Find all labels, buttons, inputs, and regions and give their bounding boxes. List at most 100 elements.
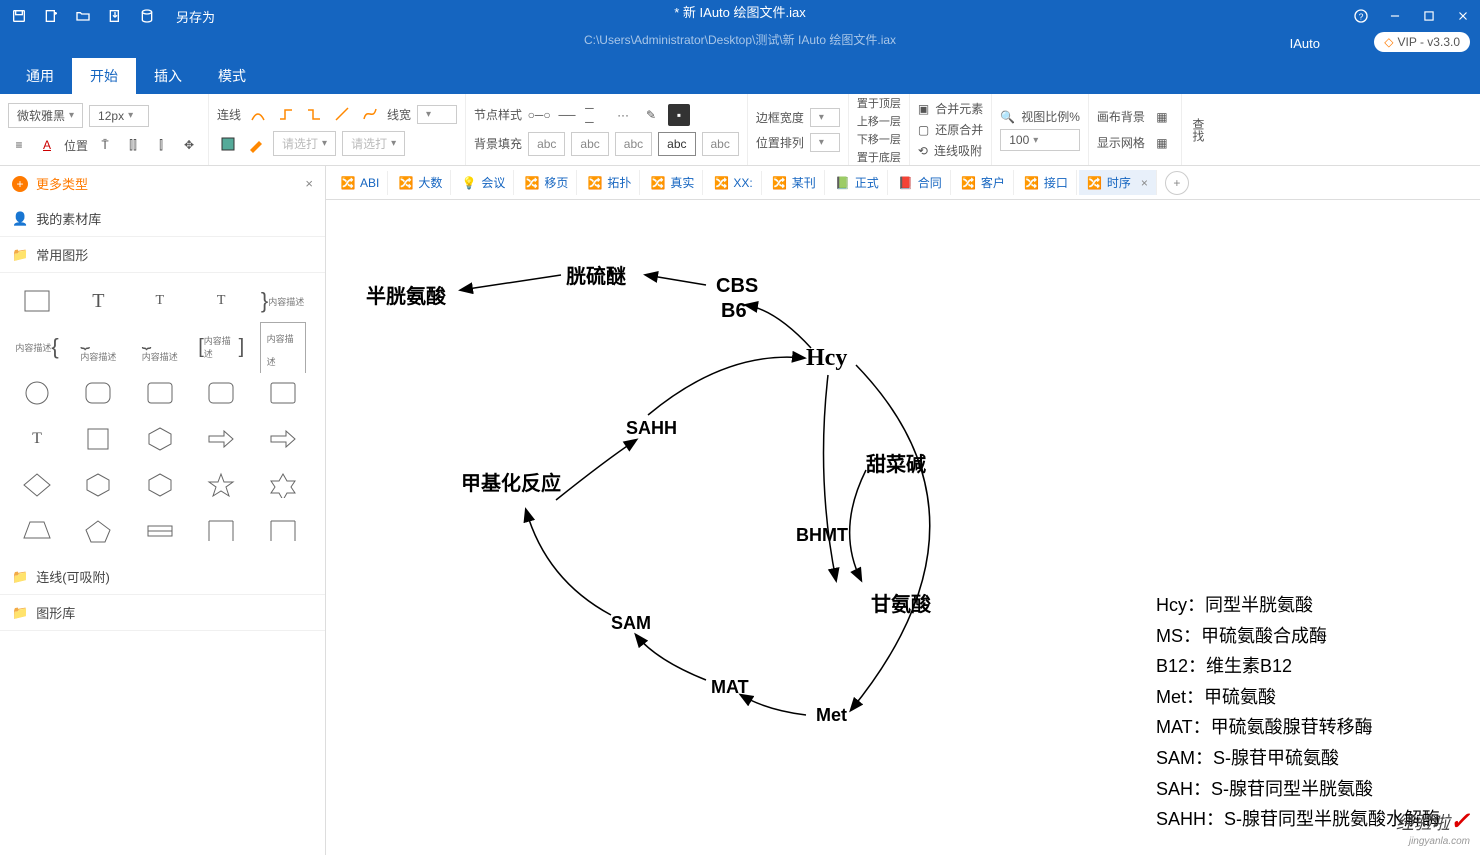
ctab-6[interactable]: 🔀XX: [705,171,761,195]
shape-star[interactable] [198,467,244,503]
node-sam[interactable]: SAM [611,613,651,634]
export-icon[interactable] [106,7,124,25]
fillbox-icon[interactable]: ▪ [668,104,690,126]
node-sahh[interactable]: SAHH [626,418,677,439]
abc-3[interactable]: abc [615,132,652,156]
ctab-10[interactable]: 🔀客户 [953,170,1014,195]
shape-hexagon[interactable] [137,421,183,457]
node-methyl[interactable]: 甲基化反应 [461,467,561,496]
nodestyle-3-icon[interactable]: ─ ─ [584,104,606,126]
abc-2[interactable]: abc [571,132,608,156]
shape-diamond[interactable] [14,467,60,503]
ctab-9[interactable]: 📕合同 [890,170,951,195]
ctab-8[interactable]: 📗正式 [827,170,888,195]
node-2[interactable]: 胱硫醚 [566,260,626,289]
shape-rect[interactable] [14,283,60,319]
tab-general[interactable]: 通用 [8,58,72,94]
linewidth-select[interactable]: ▾ [417,105,457,124]
move-down[interactable]: 下移一层 [857,131,901,147]
borderw-select[interactable]: ▾ [810,108,840,127]
node-3b[interactable]: B6 [721,300,747,323]
zoom-select[interactable]: 100▾ [1000,129,1080,151]
move-up[interactable]: 上移一层 [857,113,901,129]
shape-text-tiny[interactable]: T [198,283,244,319]
shape-roundrect[interactable] [75,375,121,411]
shape-roundrect3[interactable] [198,375,244,411]
shape-text2[interactable]: T [14,421,60,457]
shape-hex3[interactable] [137,467,183,503]
node-3[interactable]: CBS [716,275,758,298]
new-icon[interactable] [42,7,60,25]
ctab-0[interactable]: 🔀ABI [332,171,388,195]
font-color-icon[interactable]: A [36,134,58,156]
lines-section[interactable]: 📁连线(可吸附) [0,559,325,595]
node-met[interactable]: Met [816,705,847,726]
fill-icon[interactable] [217,133,239,155]
shape-brace-b[interactable]: ⏟内容描述 [75,329,121,365]
help-icon[interactable]: ? [1350,5,1372,27]
close-icon[interactable] [1452,5,1474,27]
shape-brace-b2[interactable]: ⏟内容描述 [137,329,183,365]
font-select[interactable]: 微软雅黑▾ [8,103,83,128]
line-bezier-icon[interactable] [359,103,381,125]
align-icon[interactable]: ≡ [8,134,30,156]
bring-front[interactable]: 置于顶层 [857,95,901,111]
ctab-7[interactable]: 🔀某刊 [764,170,825,195]
panel-close-icon[interactable]: × [305,176,313,191]
shape-label[interactable] [137,513,183,549]
node-mat[interactable]: MAT [711,677,749,698]
abc-4[interactable]: abc [658,132,695,156]
shape-arrow2[interactable] [260,421,306,457]
ctab-4[interactable]: 🔀拓扑 [579,170,640,195]
database-icon[interactable] [138,7,156,25]
ctab-2[interactable]: 💡会议 [453,170,514,195]
line-curve1-icon[interactable] [247,103,269,125]
shape-bracket2[interactable]: 内容描述 [260,329,306,365]
posarr-select[interactable]: ▾ [810,133,840,152]
node-bhmt[interactable]: BHMT [796,525,848,546]
shape-hex2[interactable] [75,467,121,503]
nodestyle-4-icon[interactable]: ··· [612,104,634,126]
shape-open2[interactable] [260,513,306,549]
shape-open1[interactable] [198,513,244,549]
minimize-icon[interactable] [1384,5,1406,27]
tab-insert[interactable]: 插入 [136,58,200,94]
shape-square[interactable] [75,421,121,457]
save-icon[interactable] [10,7,28,25]
shape-roundrect2[interactable] [137,375,183,411]
ctab-3[interactable]: 🔀移页 [516,170,577,195]
ctab-12[interactable]: 🔀时序× [1079,170,1157,195]
select1[interactable]: 请选打▾ [273,131,336,156]
shape-text-small[interactable]: T [137,283,183,319]
ctab-1[interactable]: 🔀大数 [390,170,451,195]
nodestyle-2-icon[interactable]: ── [556,104,578,126]
font-size-select[interactable]: 12px▾ [89,105,149,127]
add-tab-icon[interactable]: + [1165,171,1189,195]
tab-mode[interactable]: 模式 [200,58,264,94]
pos-label[interactable]: 位置 [64,137,88,154]
save-as-button[interactable]: 另存为 [176,7,215,26]
brush-icon[interactable] [245,133,267,155]
find-btn[interactable]: 查找 [1190,118,1207,142]
canvasbg-btn[interactable]: ▦ [1151,106,1173,128]
shape-roundrect4[interactable] [260,375,306,411]
shape-brace-l[interactable]: 内容描述{ [14,329,60,365]
tab-close-icon[interactable]: × [1141,176,1148,190]
ctab-5[interactable]: 🔀真实 [642,170,703,195]
node-1[interactable]: 半胱氨酸 [366,280,446,309]
my-library[interactable]: 👤我的素材库 [0,201,325,237]
abc-1[interactable]: abc [528,132,565,156]
select2[interactable]: 请选打▾ [342,131,405,156]
move-icon[interactable]: ✥ [178,134,200,156]
showgrid-btn[interactable]: ▦ [1151,132,1173,154]
shape-circle[interactable] [14,375,60,411]
merge-icon[interactable]: ▣ [918,102,929,116]
common-shapes[interactable]: 📁常用图形 [0,237,325,273]
tab-start[interactable]: 开始 [72,58,136,94]
unmerge-icon[interactable]: ▢ [918,123,929,137]
vip-badge[interactable]: ◇VIP - v3.3.0 [1374,32,1470,52]
line-step1-icon[interactable] [275,103,297,125]
abc-5[interactable]: abc [702,132,739,156]
library-section[interactable]: 📁图形库 [0,595,325,631]
send-back[interactable]: 置于底层 [857,149,901,165]
